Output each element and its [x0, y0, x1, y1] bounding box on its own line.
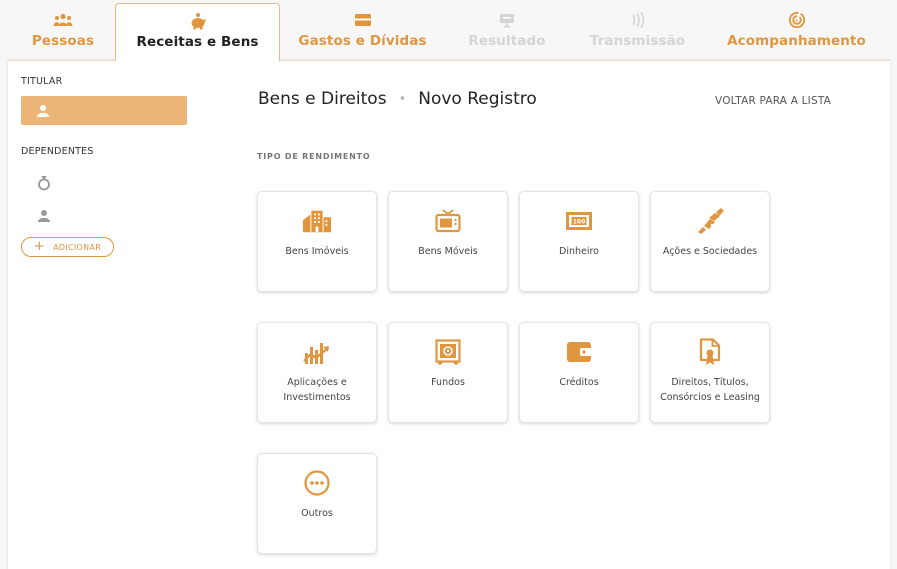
buildings-icon [302, 208, 332, 234]
piggy-bank-icon [189, 12, 207, 30]
dependentes-heading: DEPENDENTES [21, 146, 94, 157]
ring-icon[interactable] [37, 175, 51, 191]
card-label: Bens Móveis [418, 246, 478, 257]
radar-icon [788, 11, 806, 29]
tab-transmissao: Transmissão [585, 3, 690, 60]
tab-receitas-e-bens[interactable]: Receitas e Bens [115, 3, 280, 61]
tab-pessoas[interactable]: Pessoas [18, 3, 108, 60]
card-label: Direitos, Títulos, Consórcios e Leasing [660, 377, 760, 403]
card-fundos[interactable]: Fundos [388, 322, 508, 423]
card-label: Fundos [431, 377, 465, 388]
chart-growth-icon [302, 339, 332, 365]
person-icon[interactable] [37, 209, 51, 223]
card-bens-imoveis[interactable]: Bens Imóveis [257, 191, 377, 292]
breadcrumb-current: Novo Registro [418, 89, 537, 109]
card-bens-moveis[interactable]: Bens Móveis [388, 191, 508, 292]
titular-person-item[interactable] [21, 96, 187, 125]
card-label: Dinheiro [559, 246, 599, 257]
tab-gastos-e-dividas[interactable]: Gastos e Dívidas [295, 3, 430, 60]
card-label: Aplicações e Investimentos [283, 377, 351, 403]
app-page: Pessoas Receitas e Bens Gastos e Dívidas… [0, 0, 897, 569]
titular-heading: TITULAR [21, 76, 63, 87]
card-direitos-titulos[interactable]: Direitos, Títulos, Consórcios e Leasing [650, 322, 770, 423]
breadcrumb-separator: • [398, 91, 407, 107]
person-icon [36, 104, 50, 118]
card-acoes-e-sociedades[interactable]: Ações e Sociedades [650, 191, 770, 292]
more-icon [302, 470, 332, 496]
tab-label: Transmissão [589, 33, 686, 49]
breadcrumb: Bens e Direitos • Novo Registro [258, 89, 537, 109]
card-label: Bens Imóveis [285, 246, 349, 257]
card-creditos[interactable]: Créditos [519, 322, 639, 423]
card-label: Créditos [559, 377, 599, 388]
safe-icon [433, 339, 463, 365]
card-outros[interactable]: Outros [257, 453, 377, 554]
calculator-icon [499, 11, 515, 29]
breadcrumb-section: Bens e Direitos [258, 89, 387, 109]
card-label: Ações e Sociedades [662, 246, 758, 257]
wallet-icon [564, 339, 594, 365]
tab-label: Gastos e Dívidas [298, 33, 427, 49]
banknote-icon: 100 [564, 208, 594, 234]
back-to-list-link[interactable]: VOLTAR PARA A LISTA [715, 95, 831, 107]
add-button-label: ADICIONAR [53, 242, 102, 252]
wallet-card-icon [354, 11, 372, 29]
section-label: TIPO DE RENDIMENTO [257, 152, 371, 161]
card-aplicacoes-e-investimentos[interactable]: Aplicações e Investimentos [257, 322, 377, 423]
card-dinheiro[interactable]: 100 Dinheiro [519, 191, 639, 292]
tab-label: Pessoas [31, 33, 95, 49]
tv-icon [433, 208, 463, 234]
tab-label: Receitas e Bens [136, 34, 259, 50]
people-icon [53, 11, 73, 29]
handshake-icon [695, 208, 725, 234]
tab-resultado: Resultado [462, 3, 552, 60]
tab-label: Resultado [468, 33, 546, 49]
svg-text:100: 100 [573, 219, 586, 226]
main-tabs: Pessoas Receitas e Bens Gastos e Dívidas… [0, 0, 897, 61]
signal-icon [629, 11, 647, 29]
tab-acompanhamento[interactable]: Acompanhamento [724, 3, 869, 60]
add-dependent-button[interactable]: + ADICIONAR [21, 237, 114, 257]
card-label: Outros [301, 508, 333, 519]
plus-icon: + [33, 239, 46, 254]
content-panel: TITULAR DEPENDENTES + ADICIONAR Bens e D… [8, 60, 890, 569]
certificate-icon [695, 338, 725, 365]
tab-label: Acompanhamento [727, 33, 866, 49]
